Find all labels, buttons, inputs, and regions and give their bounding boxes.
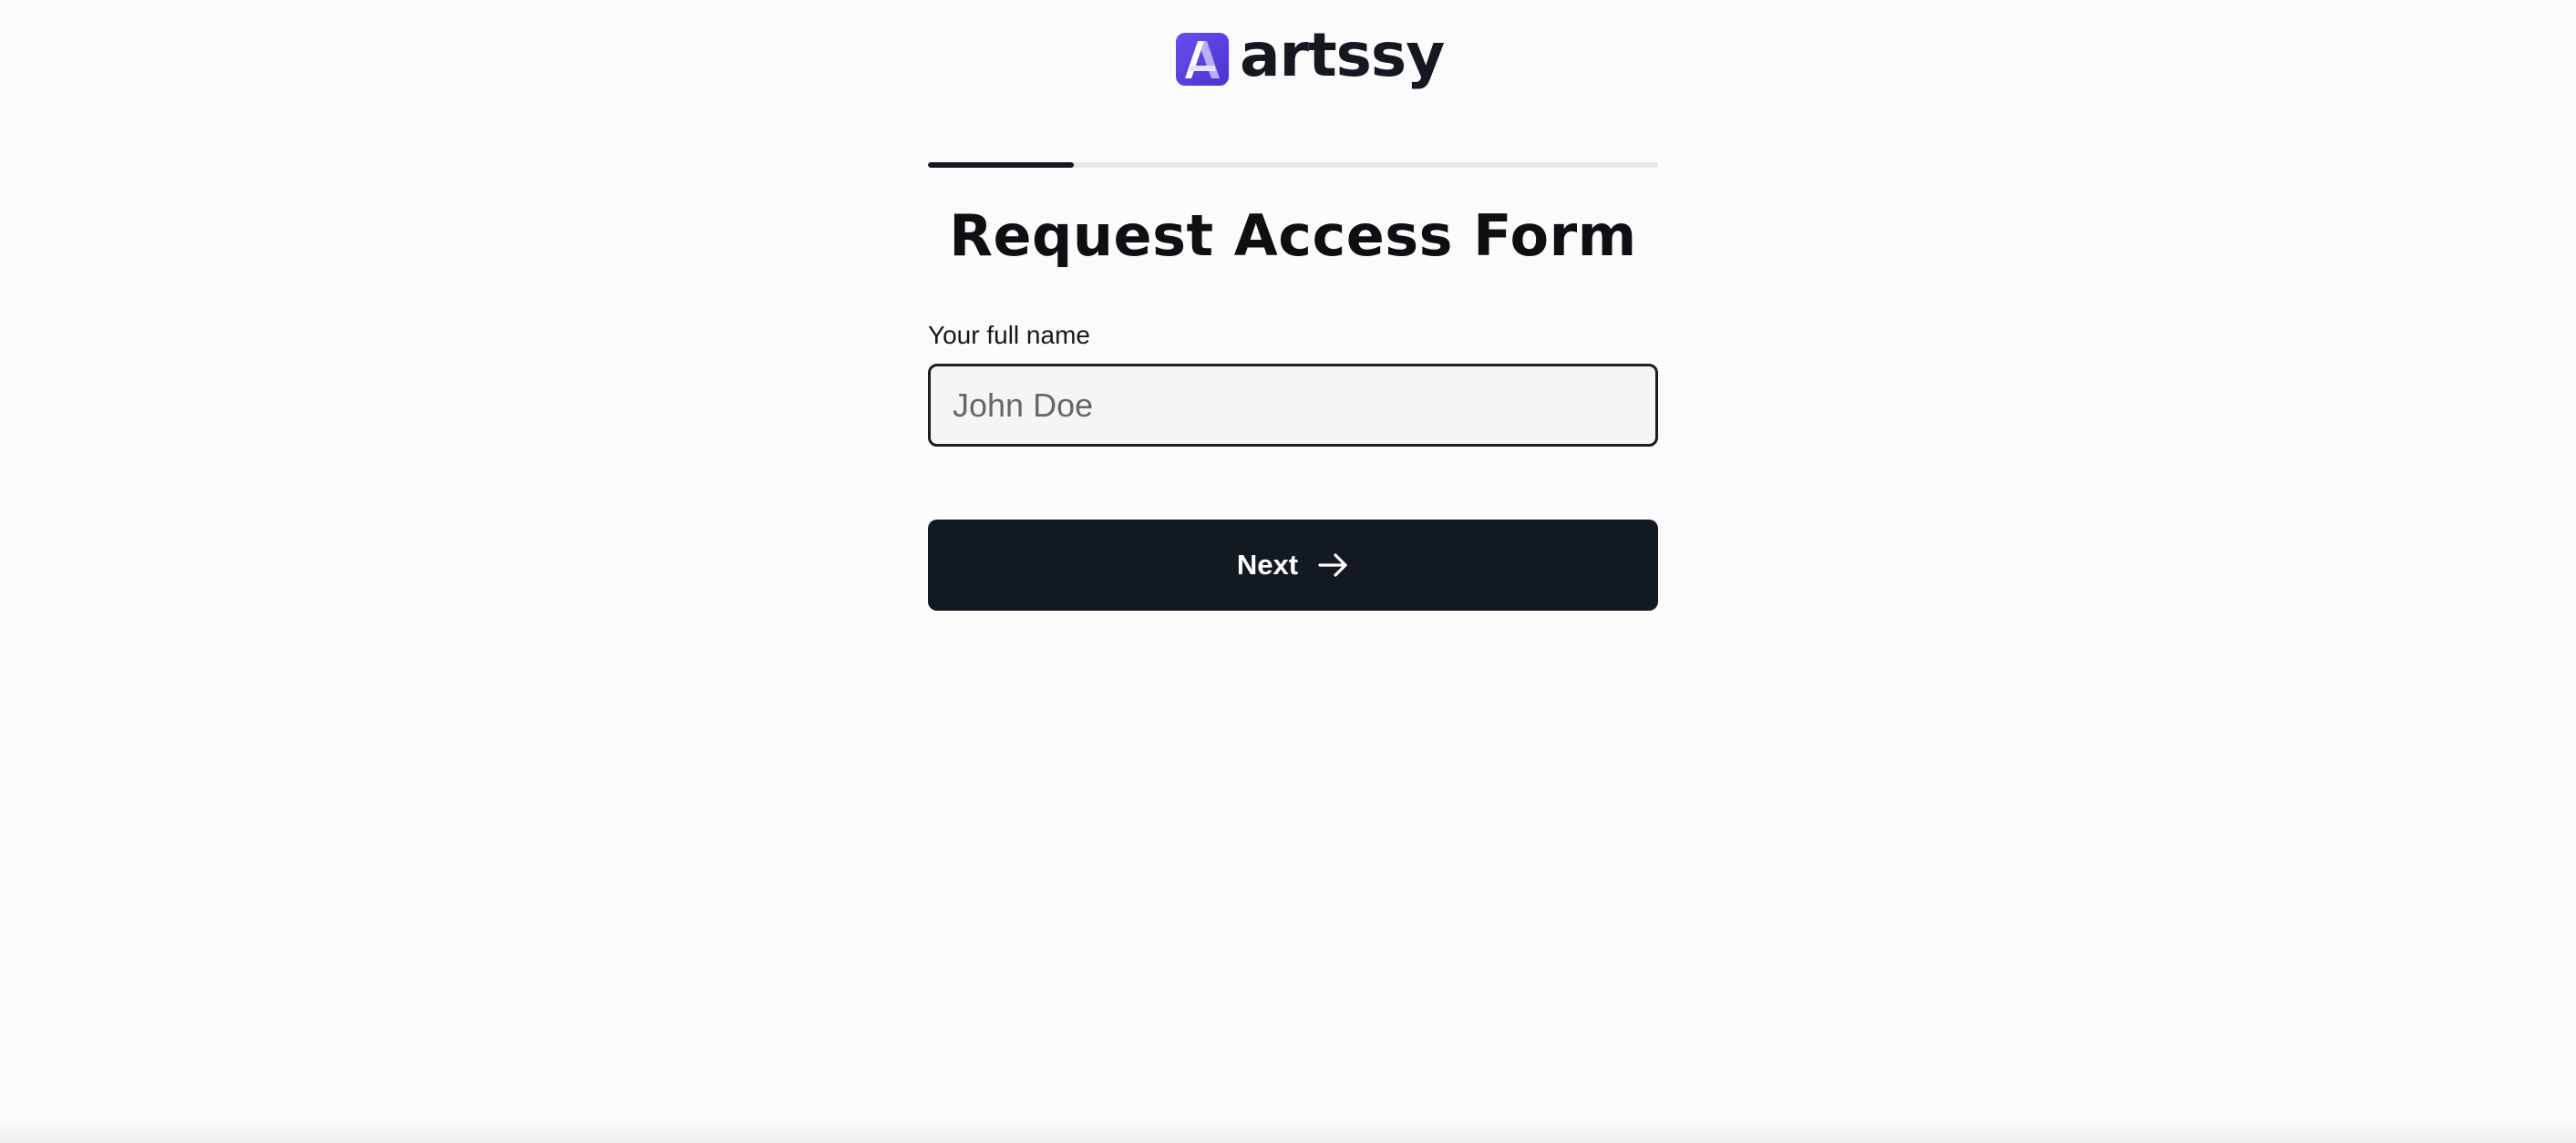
- form-progress-bar: [928, 162, 1658, 168]
- bottom-shadow: [0, 1121, 2576, 1143]
- brand-logo[interactable]: artssy: [1176, 26, 1445, 88]
- page-title: Request Access Form: [949, 202, 1637, 269]
- full-name-input[interactable]: [928, 364, 1658, 447]
- full-name-label: Your full name: [928, 321, 1090, 349]
- artssy-a-logo-icon: [1176, 33, 1229, 86]
- form-progress-fill: [928, 162, 1075, 168]
- request-access-page: artssy Request Access Form Your full nam…: [0, 0, 2576, 1143]
- arrow-right-icon: [1318, 551, 1349, 579]
- next-button[interactable]: Next: [928, 520, 1658, 611]
- next-button-label: Next: [1236, 549, 1299, 581]
- brand-name: artssy: [1240, 20, 1445, 90]
